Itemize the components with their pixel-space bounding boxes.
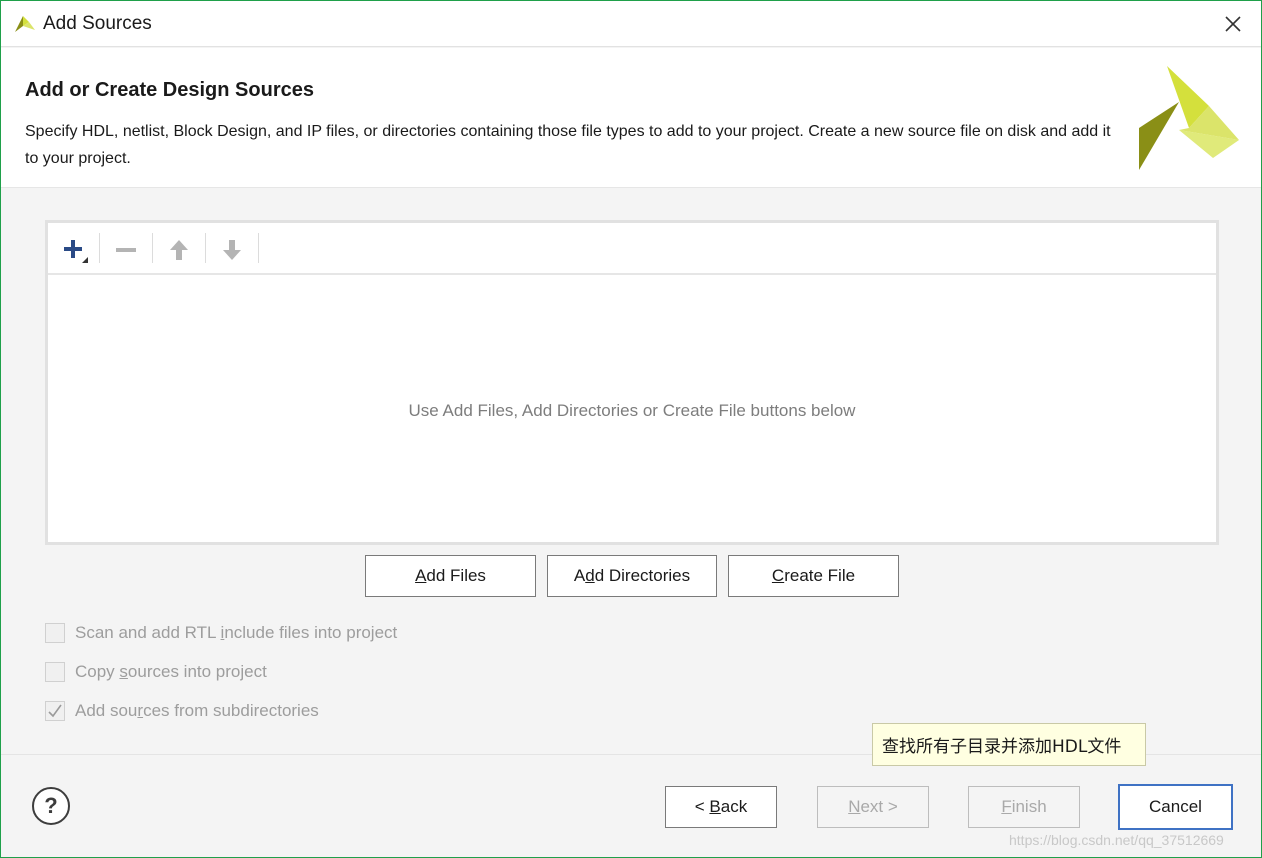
button-label: dd Files [426, 566, 486, 585]
plus-icon [64, 240, 88, 263]
copy-sources-checkbox[interactable] [45, 662, 65, 682]
watermark: https://blog.csdn.net/qq_37512669 [1009, 832, 1224, 848]
button-label: ack [720, 797, 748, 816]
mnemonic: B [709, 797, 721, 816]
window-title: Add Sources [43, 13, 152, 34]
scan-rtl-label: Scan and add RTL include files into proj… [75, 623, 398, 642]
toolbar-separator [152, 233, 153, 263]
checkmark-icon [48, 704, 62, 718]
mnemonic: N [848, 797, 861, 816]
help-icon: ? [44, 793, 58, 818]
button-label: reate File [784, 566, 856, 585]
mnemonic: A [415, 566, 427, 585]
move-up-button[interactable] [162, 233, 196, 267]
add-files-button[interactable]: Add Files [365, 555, 536, 597]
toolbar-separator [258, 233, 259, 263]
button-label: A [573, 566, 586, 585]
button-label: < [694, 797, 705, 816]
move-down-button[interactable] [215, 233, 249, 267]
mnemonic: C [771, 566, 785, 585]
subdirectories-option[interactable]: Add sources from subdirectories [45, 700, 319, 722]
arrow-up-icon [170, 240, 188, 260]
close-button[interactable] [1215, 7, 1251, 41]
button-label: ext > [860, 797, 898, 816]
page-title: Add or Create Design Sources [25, 79, 314, 101]
empty-list-message: Use Add Files, Add Directories or Create… [408, 401, 856, 420]
help-button[interactable]: ? [32, 787, 70, 825]
toolbar-separator [99, 233, 100, 263]
mnemonic: F [1001, 797, 1012, 816]
button-label: inish [1011, 797, 1047, 816]
vivado-logo-icon [1139, 66, 1239, 170]
next-button[interactable]: Next > [817, 786, 929, 828]
add-sources-dialog: Add Sources Add or Create Design Sources… [0, 0, 1262, 858]
minus-icon [116, 248, 136, 252]
toolbar-separator [205, 233, 206, 263]
button-label: d Directories [594, 566, 691, 585]
page-header: Add or Create Design Sources Specify HDL… [1, 48, 1261, 188]
subdirectories-label: Add sources from subdirectories [75, 701, 319, 720]
copy-sources-option[interactable]: Copy sources into project [45, 661, 267, 683]
cancel-button[interactable]: Cancel [1118, 784, 1233, 830]
title-bar: Add Sources [1, 1, 1261, 47]
close-icon [1225, 16, 1241, 32]
file-list-toolbar [48, 223, 1216, 275]
page-description: Specify HDL, netlist, Block Design, and … [25, 123, 1111, 167]
scan-rtl-checkbox[interactable] [45, 623, 65, 643]
add-source-button[interactable] [56, 233, 90, 267]
mnemonic: d [585, 566, 595, 585]
subdirectories-tooltip: 查找所有子目录并添加HDL文件 [872, 723, 1146, 766]
remove-source-button[interactable] [109, 233, 143, 267]
source-file-list[interactable]: Use Add Files, Add Directories or Create… [45, 220, 1219, 545]
back-button[interactable]: < Back [665, 786, 777, 828]
finish-button[interactable]: Finish [968, 786, 1080, 828]
vivado-app-icon [15, 16, 35, 32]
add-directories-button[interactable]: Add Directories [547, 555, 717, 597]
copy-sources-label: Copy sources into project [75, 662, 267, 681]
create-file-button[interactable]: Create File [728, 555, 899, 597]
arrow-down-icon [223, 240, 241, 260]
scan-rtl-option[interactable]: Scan and add RTL include files into proj… [45, 622, 397, 644]
subdirectories-checkbox[interactable] [45, 701, 65, 721]
